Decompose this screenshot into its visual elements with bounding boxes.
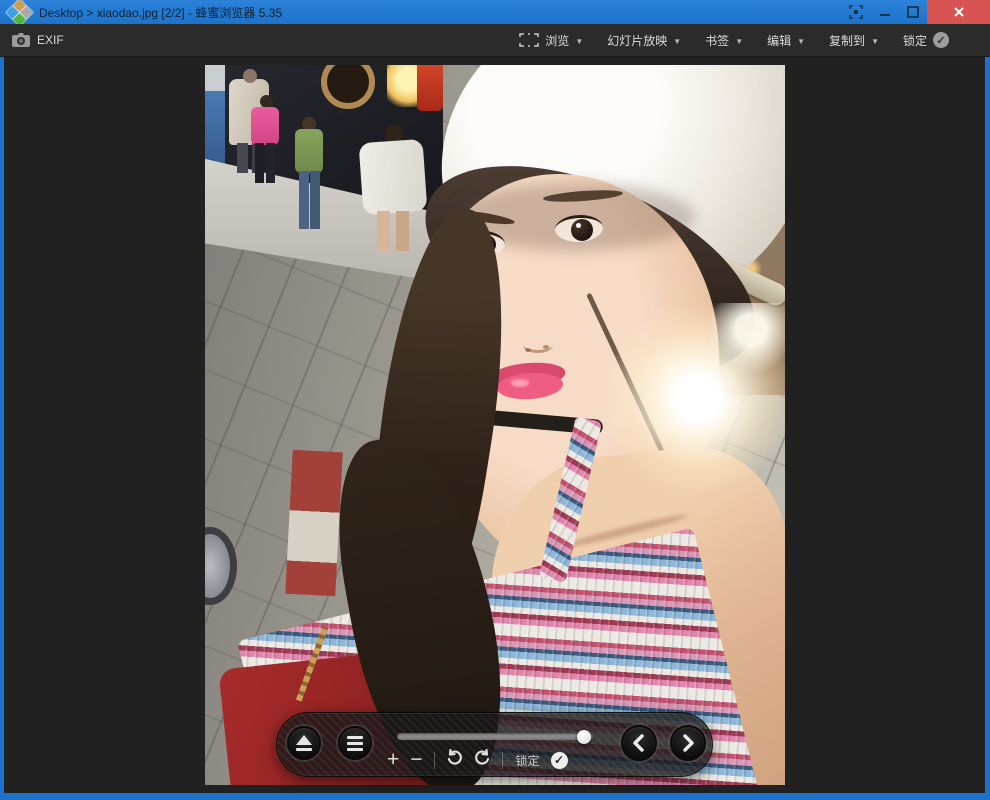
window-frame-right bbox=[985, 57, 990, 793]
zoom-in-button[interactable]: + bbox=[387, 750, 399, 770]
camera-icon bbox=[12, 33, 30, 47]
titlebar: Desktop > xiaodao.jpg [2/2] - 蜂蜜浏览器 5.35 bbox=[0, 0, 990, 24]
chevron-down-icon: ▼ bbox=[797, 37, 805, 46]
chevron-down-icon: ▼ bbox=[673, 37, 681, 46]
photo-pedestrian bbox=[359, 139, 428, 215]
menu-copy-to-label: 复制到 bbox=[829, 32, 865, 49]
window-frame-bottom bbox=[0, 793, 990, 800]
maximize-button[interactable] bbox=[899, 0, 927, 24]
photo-image bbox=[205, 65, 785, 785]
minimize-button[interactable] bbox=[871, 0, 899, 24]
menu-edit-label: 编辑 bbox=[767, 32, 791, 49]
window-controls bbox=[841, 0, 990, 24]
previous-image-button[interactable] bbox=[621, 725, 657, 761]
viewport-icon bbox=[519, 33, 539, 47]
menu-lock-label: 锁定 bbox=[903, 32, 927, 49]
viewer-control-bar: + − 锁定 ✓ bbox=[276, 712, 713, 777]
photo-pedestrian bbox=[251, 107, 279, 145]
menu-browse[interactable]: 浏览 ▼ bbox=[508, 24, 594, 57]
rotate-left-button[interactable] bbox=[446, 749, 463, 771]
eject-icon bbox=[296, 735, 312, 745]
lock-check-icon[interactable]: ✓ bbox=[551, 752, 568, 769]
window-title: Desktop > xiaodao.jpg [2/2] - 蜂蜜浏览器 5.35 bbox=[39, 4, 282, 21]
menu-bookmarks-label: 书签 bbox=[705, 32, 729, 49]
next-image-button[interactable] bbox=[670, 725, 706, 761]
chevron-down-icon: ▼ bbox=[575, 37, 583, 46]
zoom-slider[interactable] bbox=[397, 730, 593, 744]
menu-slideshow[interactable]: 幻灯片放映 ▼ bbox=[596, 24, 692, 57]
menu-slideshow-label: 幻灯片放映 bbox=[607, 32, 667, 49]
photo-red-lantern bbox=[417, 65, 443, 111]
app-window: Desktop > xiaodao.jpg [2/2] - 蜂蜜浏览器 5.35 bbox=[0, 0, 990, 800]
menu-browse-label: 浏览 bbox=[545, 32, 569, 49]
lock-label: 锁定 bbox=[516, 752, 540, 769]
eject-button[interactable] bbox=[287, 726, 321, 760]
toolbar: EXIF 浏览 ▼ 幻灯片放映 ▼ 书签 ▼ 编辑 ▼ bbox=[0, 24, 990, 57]
divider bbox=[434, 752, 435, 769]
window-frame-left bbox=[0, 57, 4, 793]
zoom-out-button[interactable]: − bbox=[410, 750, 422, 770]
chevron-down-icon: ▼ bbox=[871, 37, 879, 46]
chevron-left-icon bbox=[632, 734, 646, 752]
chevron-down-icon: ▼ bbox=[735, 37, 743, 46]
menu-bookmarks[interactable]: 书签 ▼ bbox=[694, 24, 754, 57]
zoom-slider-handle[interactable] bbox=[577, 730, 591, 744]
exif-button[interactable]: EXIF bbox=[0, 24, 76, 56]
photo-curb bbox=[285, 450, 342, 596]
menu-button[interactable] bbox=[338, 726, 372, 760]
close-button[interactable] bbox=[927, 0, 990, 24]
exif-label: EXIF bbox=[37, 33, 64, 47]
toolbar-menus: 浏览 ▼ 幻灯片放映 ▼ 书签 ▼ 编辑 ▼ 复制到 ▼ 锁定 ✓ bbox=[508, 24, 990, 57]
photo-pedestrian bbox=[295, 129, 323, 173]
divider bbox=[502, 752, 503, 769]
photo-light-flare bbox=[603, 303, 785, 493]
control-bar-row: + − 锁定 ✓ bbox=[387, 748, 602, 772]
menu-copy-to[interactable]: 复制到 ▼ bbox=[818, 24, 890, 57]
chevron-right-icon bbox=[681, 734, 695, 752]
menu-edit[interactable]: 编辑 ▼ bbox=[756, 24, 816, 57]
fullscreen-icon[interactable] bbox=[841, 0, 871, 24]
zoom-slider-track[interactable] bbox=[397, 733, 593, 740]
app-logo-icon bbox=[8, 1, 30, 23]
menu-lock[interactable]: 锁定 ✓ bbox=[892, 24, 960, 57]
check-circle-icon: ✓ bbox=[933, 32, 949, 48]
rotate-right-button[interactable] bbox=[474, 749, 491, 771]
hamburger-icon bbox=[347, 736, 363, 739]
